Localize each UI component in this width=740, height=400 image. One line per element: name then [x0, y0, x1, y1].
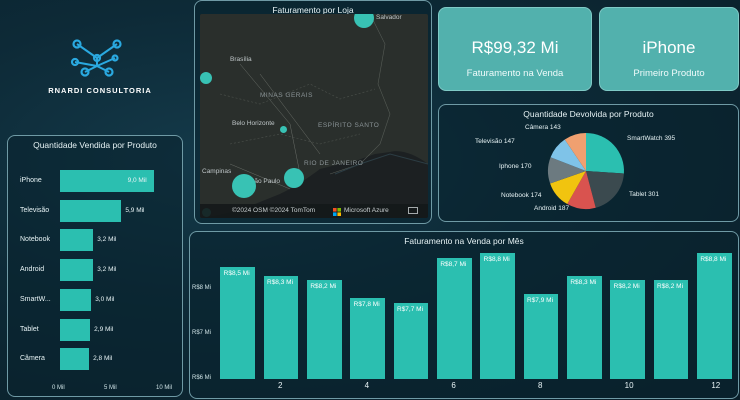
col-x-tick: 8: [538, 381, 543, 390]
hbar-category-label: Televisão: [20, 206, 50, 214]
hbar-bar[interactable]: [60, 199, 122, 222]
company-name: RNARDI CONSULTORIA: [48, 86, 152, 95]
col-bar[interactable]: [653, 280, 689, 379]
hbar-x-tick: 10 Mil: [156, 385, 173, 391]
map-bubble-rio-de-janeiro[interactable]: [284, 168, 304, 188]
col-value-label: R$8,7 Mi: [440, 260, 467, 268]
map-label-belo-horizonte: Belo Horizonte: [232, 120, 275, 127]
col-x-tick: 12: [711, 381, 721, 390]
col-y-tick: R$8 Mi: [192, 285, 212, 291]
col-x-tick: 10: [624, 381, 634, 390]
hbar-bar[interactable]: [60, 348, 90, 371]
map-label-minas-gerais: MINAS GERAIS: [260, 92, 313, 99]
hbar-value-label: 2,9 Mil: [94, 325, 114, 333]
map-label-rio-de-janeiro: RIO DE JANEIRO: [304, 160, 364, 167]
col-y-tick: R$6 Mi: [192, 375, 212, 381]
hbar-category-label: SmartW...: [20, 295, 51, 303]
col-value-label: R$8,8 Mi: [483, 256, 510, 263]
map-brand: Microsoft Azure: [344, 207, 389, 214]
pie-slice-label: Tablet 301: [629, 191, 659, 198]
col-bar[interactable]: [523, 293, 559, 379]
map-copyright: ©2024 OSM ©2024 TomTom: [232, 207, 316, 214]
hbar-bar[interactable]: [60, 288, 92, 311]
map-label-brasilia: Brasília: [230, 56, 252, 63]
kpi-top-product-card: iPhone Primeiro Produto: [599, 7, 739, 91]
hbar-title: Quantidade Vendida por Produto: [33, 140, 157, 150]
hbar-bar[interactable]: [60, 259, 94, 282]
col-x-tick: 4: [364, 381, 370, 390]
col-bar[interactable]: [393, 302, 429, 379]
map-bubble-sao-paulo[interactable]: [232, 174, 256, 198]
hbar-value-label: 5,9 Mil: [125, 206, 145, 214]
hbar-category-label: Tablet: [20, 325, 39, 333]
hbar-x-tick: 5 Mil: [104, 385, 117, 391]
col-bar[interactable]: [567, 275, 602, 379]
comment-icon[interactable]: [408, 207, 418, 217]
col-value-label: R$8,2 Mi: [657, 283, 684, 290]
col-value-label: R$7,7 Mi: [397, 305, 424, 313]
hbar-value-label: 3,2 Mil: [97, 266, 117, 274]
col-bar[interactable]: [480, 253, 515, 379]
col-bar[interactable]: [307, 280, 342, 379]
col-value-label: R$8,5 Mi: [223, 269, 250, 277]
map-label-campinas: Campinas: [202, 168, 232, 175]
hbar-value-label: 9,0 Mil: [127, 177, 147, 184]
col-y-tick: R$7 Mi: [192, 330, 212, 336]
col-value-label: R$8,8 Mi: [700, 256, 727, 263]
map-bubble-belo-horizonte[interactable]: [280, 126, 287, 133]
hbar-category-label: Câmera: [20, 355, 45, 363]
col-value-label: R$8,3 Mi: [267, 278, 294, 286]
map-label-salvador: Salvador: [376, 14, 402, 21]
hbar-category-label: Android: [20, 266, 45, 274]
kpi-revenue-value: R$99,32 Mi: [471, 38, 559, 57]
kpi-revenue-card: R$99,32 Mi Faturamento na Venda: [438, 7, 592, 91]
map-footer: ©2024 OSM ©2024 TomTom Microsoft Azure: [200, 204, 428, 218]
hbar-value-label: 2,8 Mil: [93, 355, 113, 363]
quantity-sold-panel: Quantidade Vendida por Produto iPhone 9,0…: [7, 135, 183, 397]
store-revenue-map[interactable]: Brasília MINAS GERAIS Belo Horizonte ESP…: [200, 14, 428, 218]
pie-slice-label: Android 187: [534, 205, 570, 212]
pie-slice[interactable]: [586, 133, 624, 174]
hbar-value-label: 3,0 Mil: [95, 295, 115, 303]
pie-slice-label: Notebook 174: [501, 192, 542, 199]
pie-slice-label: SmartWatch 395: [627, 135, 676, 142]
hbar-bar[interactable]: [60, 318, 91, 341]
pie-slice-label: Câmera 143: [525, 124, 561, 131]
hbar-value-label: 3,2 Mil: [97, 236, 117, 244]
col-value-label: R$7,8 Mi: [353, 301, 380, 308]
col-title: Faturamento na Venda por Mês: [404, 236, 524, 246]
col-bar[interactable]: [350, 298, 385, 379]
col-bar[interactable]: [610, 280, 645, 379]
pie-slice-label: Televisão 147: [475, 138, 515, 145]
pie-slice-label: Iphone 170: [499, 163, 532, 170]
hbar-category-label: Notebook: [20, 236, 50, 244]
col-x-tick: 6: [451, 381, 456, 390]
hbar-category-label: iPhone: [20, 177, 42, 184]
col-bar[interactable]: [220, 266, 255, 379]
returns-pie-panel: Quantidade Devolvida por Produto SmartWa…: [438, 104, 739, 222]
kpi-top-product-value: iPhone: [642, 38, 696, 57]
col-value-label: R$8,2 Mi: [613, 283, 640, 290]
col-value-label: R$7,9 Mi: [527, 296, 554, 304]
col-bar[interactable]: [437, 257, 472, 379]
hbar-x-tick: 0 Mil: [52, 385, 65, 391]
col-bar[interactable]: [697, 253, 732, 379]
map-bubble-brasilia[interactable]: [200, 72, 212, 84]
col-value-label: R$8,2 Mi: [310, 283, 337, 290]
col-value-label: R$8,3 Mi: [570, 278, 597, 286]
map-label-espirito-santo: ESPÍRITO SANTO: [318, 122, 380, 129]
col-x-tick: 2: [278, 381, 283, 390]
returns-pie-chart[interactable]: [439, 105, 740, 223]
col-bar[interactable]: [263, 275, 299, 379]
kpi-top-product-label: Primeiro Produto: [633, 68, 705, 79]
hbar-bar[interactable]: [60, 229, 94, 252]
monthly-revenue-panel: Faturamento na Venda por Mês R$6 Mi R$7 M…: [189, 231, 739, 399]
kpi-revenue-label: Faturamento na Venda: [466, 68, 564, 79]
microsoft-logo-icon: [333, 208, 341, 216]
